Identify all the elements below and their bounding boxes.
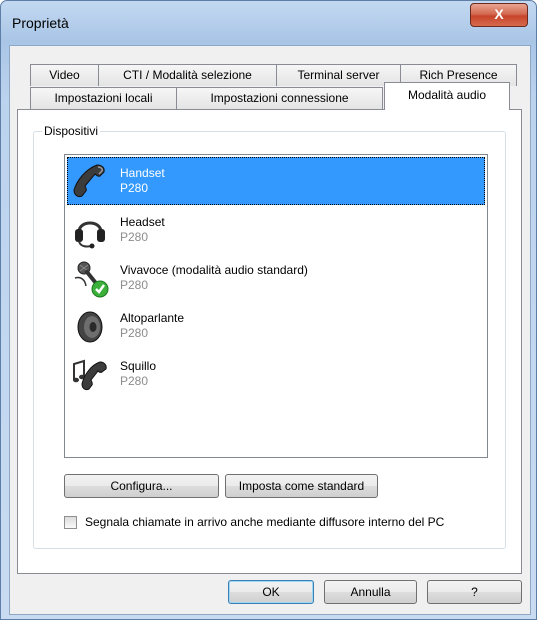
tab-audio-mode[interactable]: Modalità audio [384,82,510,110]
device-model: P280 [120,326,149,340]
devices-group-label: Dispositivi [42,124,101,138]
ring-pc-speaker-label: Segnala chiamate in arrivo anche mediant… [85,515,445,529]
close-button[interactable]: X [470,3,528,27]
device-model: P280 [120,278,149,292]
speakerphone-microphone-icon [74,261,109,298]
tab-connection-settings[interactable]: Impostazioni connessione [176,87,383,109]
ring-pc-speaker-checkbox[interactable] [64,516,77,529]
list-item-handset[interactable]: Handset P280 [67,157,485,205]
list-item-speakerphone[interactable]: Vivavoce (modalità audio standard) P280 [67,254,485,302]
headset-icon [75,221,105,249]
ok-button[interactable]: OK [228,580,314,604]
set-as-default-button[interactable]: Imposta come standard [225,474,378,498]
tab-video[interactable]: Video [30,64,99,86]
cancel-button[interactable]: Annulla [324,580,417,604]
configure-button[interactable]: Configura... [64,474,219,498]
ringer-icon [73,359,107,391]
device-model: P280 [120,181,149,195]
help-button[interactable]: ? [427,580,522,604]
device-name: Headset [120,215,165,229]
window-title: Proprietà [12,15,69,31]
list-item-headset[interactable]: Headset P280 [67,206,485,254]
device-model: P280 [120,230,149,244]
tab-cti-dial-mode[interactable]: CTI / Modalità selezione [98,64,277,86]
list-item-ringer[interactable]: Squillo P280 [67,350,485,398]
device-name: Squillo [120,359,157,373]
device-name: Vivavoce (modalità audio standard) [120,263,308,277]
device-model: P280 [120,374,149,388]
handset-icon [73,164,105,198]
device-list[interactable]: Handset P280 Headset P280 Vivavoce (moda… [64,154,488,458]
tab-local-settings[interactable]: Impostazioni locali [30,87,177,109]
close-icon: X [494,6,504,22]
tab-terminal-server[interactable]: Terminal server [276,64,401,86]
device-name: Handset [120,166,165,180]
list-item-loudspeaker[interactable]: Altoparlante P280 [67,302,485,350]
title-bar[interactable]: Proprietà X [1,1,536,45]
device-name: Altoparlante [120,311,185,325]
loudspeaker-icon [77,311,103,343]
